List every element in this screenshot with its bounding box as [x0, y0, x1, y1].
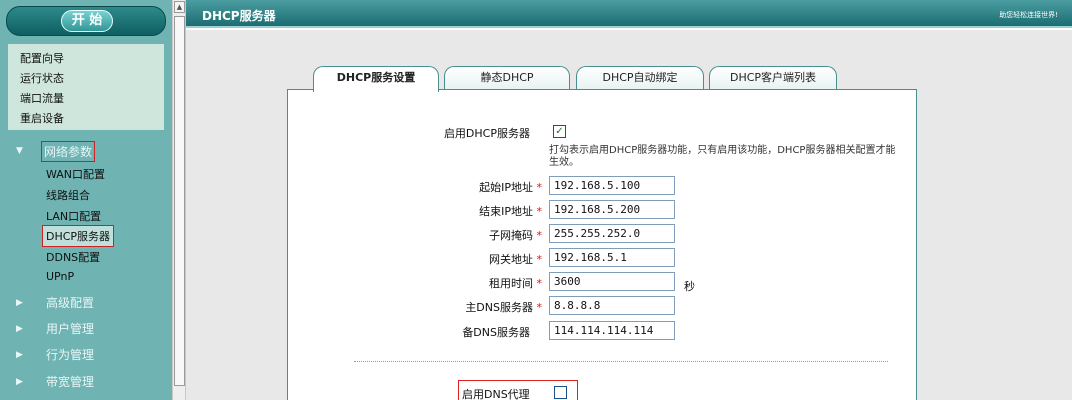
triangle-right-icon: ▶: [16, 324, 23, 334]
section-behavior-management[interactable]: 行为管理: [46, 346, 94, 363]
lease-time-label: 租用时间 *: [489, 277, 543, 290]
sidebar-item-setup-wizard[interactable]: 配置向导: [20, 50, 64, 66]
section-network-params[interactable]: 网络参数: [40, 141, 96, 162]
gateway-label: 网关地址 *: [489, 253, 543, 266]
form-divider: [354, 361, 888, 362]
end-ip-label: 结束IP地址 *: [479, 205, 543, 218]
title-bar: DHCP服务器 助您轻松连接世界!: [186, 0, 1072, 28]
secondary-dns-label: 备DNS服务器: [462, 326, 530, 339]
primary-dns-label: 主DNS服务器 *: [465, 301, 543, 314]
scroll-up-icon[interactable]: ▲: [174, 1, 185, 13]
subnet-mask-input[interactable]: 255.255.252.0: [549, 224, 675, 243]
enable-dhcp-hint: 打勾表示启用DHCP服务器功能，只有启用该功能，DHCP服务器相关配置才能生效。: [549, 145, 896, 168]
sidebar-item-dhcp-server[interactable]: DHCP服务器: [41, 225, 115, 247]
checkmark-icon: ✓: [555, 126, 564, 137]
page-title: DHCP服务器: [202, 9, 276, 23]
section-bandwidth-management[interactable]: 带宽管理: [46, 373, 94, 390]
lease-time-input[interactable]: 3600: [549, 272, 675, 291]
scroll-thumb[interactable]: [174, 16, 185, 386]
start-bar: 开 始: [6, 6, 166, 36]
sidebar-item-run-status[interactable]: 运行状态: [20, 70, 64, 86]
sidebar-item-ddns[interactable]: DDNS配置: [46, 249, 100, 265]
dhcp-settings-panel: [287, 89, 917, 400]
sidebar-item-port-traffic[interactable]: 端口流量: [20, 90, 64, 106]
tab-static-dhcp[interactable]: 静态DHCP: [444, 66, 570, 90]
secondary-dns-input[interactable]: 114.114.114.114: [549, 321, 675, 340]
primary-dns-input[interactable]: 8.8.8.8: [549, 296, 675, 315]
tab-dhcp-settings[interactable]: DHCP服务设置: [313, 66, 439, 92]
sidebar-scrollbar[interactable]: ▲: [172, 0, 186, 400]
required-mark: *: [536, 205, 543, 218]
sidebar-item-upnp[interactable]: UPnP: [46, 270, 74, 283]
brand-slogan: 助您轻松连接世界!: [999, 11, 1058, 19]
sidebar-item-lan[interactable]: LAN口配置: [46, 208, 101, 224]
triangle-right-icon: ▶: [16, 298, 23, 308]
section-user-management[interactable]: 用户管理: [46, 320, 94, 337]
app-window: 开 始 配置向导 运行状态 端口流量 重启设备 ▼ 网络参数 WAN口配置 线路…: [0, 0, 1072, 400]
triangle-down-icon: ▼: [16, 146, 23, 156]
dns-proxy-label: 启用DNS代理: [462, 388, 530, 400]
tab-dhcp-client-list[interactable]: DHCP客户端列表: [709, 66, 837, 90]
sidebar: 开 始 配置向导 运行状态 端口流量 重启设备 ▼ 网络参数 WAN口配置 线路…: [0, 0, 172, 400]
triangle-right-icon: ▶: [16, 350, 23, 360]
subnet-mask-label: 子网掩码 *: [489, 229, 543, 242]
quick-panel: 配置向导 运行状态 端口流量 重启设备: [8, 44, 164, 130]
dns-proxy-checkbox[interactable]: [554, 386, 567, 399]
triangle-right-icon: ▶: [16, 377, 23, 387]
required-mark: *: [536, 253, 543, 266]
tab-dhcp-auto-bind[interactable]: DHCP自动绑定: [576, 66, 704, 90]
required-mark: *: [536, 181, 543, 194]
enable-dhcp-label: 启用DHCP服务器: [443, 127, 530, 140]
start-button[interactable]: 开 始: [61, 10, 113, 32]
end-ip-input[interactable]: 192.168.5.200: [549, 200, 675, 219]
start-ip-input[interactable]: 192.168.5.100: [549, 176, 675, 195]
start-ip-label: 起始IP地址 *: [479, 181, 543, 194]
enable-dhcp-checkbox[interactable]: ✓: [553, 125, 566, 138]
required-mark: *: [536, 229, 543, 242]
sidebar-item-line-combo[interactable]: 线路组合: [46, 187, 90, 203]
section-advanced-config[interactable]: 高级配置: [46, 294, 94, 311]
lease-unit-label: 秒: [684, 280, 695, 293]
gateway-input[interactable]: 192.168.5.1: [549, 248, 675, 267]
sidebar-item-reboot[interactable]: 重启设备: [20, 110, 64, 126]
required-mark: *: [536, 277, 543, 290]
required-mark: *: [536, 301, 543, 314]
sidebar-item-wan[interactable]: WAN口配置: [46, 166, 105, 182]
